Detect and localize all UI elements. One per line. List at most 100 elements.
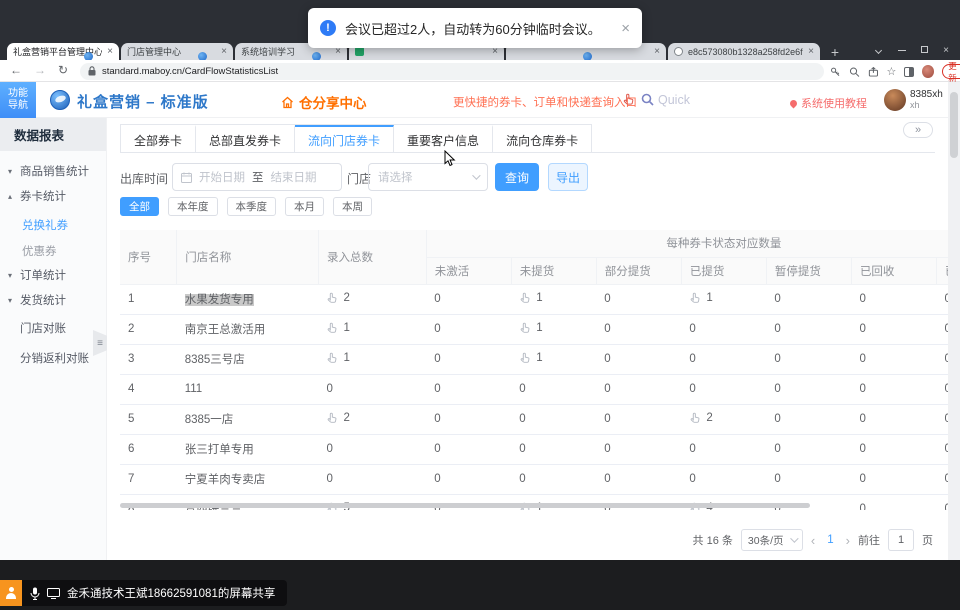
cell-value: 0	[426, 314, 511, 344]
screen-share-icon	[47, 588, 60, 599]
sidebar-item-4[interactable]: 优惠券	[0, 240, 107, 262]
sidebar-item-6[interactable]: ▾发货统计	[0, 289, 107, 311]
sidebar-item-8[interactable]: 分销返利对账	[0, 347, 107, 369]
pointing-hand-icon	[689, 412, 701, 424]
cell-value[interactable]: 1	[318, 344, 426, 374]
date-range-input[interactable]: 开始日期 至 结束日期	[172, 163, 342, 191]
clickable-count[interactable]: 2	[326, 292, 349, 304]
store-select[interactable]: 请选择	[368, 163, 488, 191]
browser-tab[interactable]: 礼盒营销平台管理中心×	[7, 43, 119, 60]
tab-close-icon[interactable]: ×	[107, 47, 113, 57]
page-size-select[interactable]: 30条/页	[741, 529, 803, 551]
cell-value[interactable]: 2	[318, 404, 426, 434]
share-center-link[interactable]: 仓分享中心	[281, 92, 367, 112]
current-page-button[interactable]: 1	[823, 534, 837, 546]
toast-close-icon[interactable]: ×	[621, 20, 630, 37]
clickable-count[interactable]: 1	[519, 352, 542, 364]
tutorial-link[interactable]: 系统使用教程	[790, 95, 867, 111]
sidebar-item-1[interactable]: ▾商品销售统计	[0, 160, 107, 182]
cell-value[interactable]: 1	[681, 284, 766, 314]
sidebar-item-7[interactable]: 门店对账	[0, 317, 107, 339]
quick-label[interactable]: Quick	[658, 93, 690, 107]
content-tab-1[interactable]: 全部券卡	[121, 125, 196, 153]
content-tab-5[interactable]: 流向仓库券卡	[493, 125, 591, 153]
clickable-count[interactable]: 1	[519, 322, 542, 334]
prev-page-button[interactable]: ‹	[811, 533, 815, 548]
update-label: 更新	[948, 60, 960, 84]
user-avatar[interactable]	[884, 89, 906, 111]
quick-filter-2[interactable]: 本年度	[168, 197, 218, 216]
browser-tab[interactable]: e8c573080b1328a258fd2e6f8×	[668, 43, 820, 60]
browser-profile-avatar[interactable]	[922, 65, 934, 78]
zoom-icon[interactable]	[849, 66, 860, 78]
tab-close-icon[interactable]: ×	[492, 47, 498, 57]
sidebar-item-5[interactable]: ▾订单统计	[0, 264, 107, 286]
brand-favicon-icon	[198, 52, 207, 60]
page-scrollbar-track[interactable]	[948, 82, 960, 560]
quick-filter-5[interactable]: 本周	[333, 197, 372, 216]
next-page-button[interactable]: ›	[846, 533, 850, 548]
cell-value[interactable]: 1	[511, 314, 596, 344]
minimize-button[interactable]	[893, 44, 911, 58]
tab-search-icon[interactable]	[869, 44, 887, 58]
password-key-icon[interactable]	[830, 66, 841, 78]
sidebar-item-3[interactable]: 兑换礼券	[0, 214, 107, 236]
bookmark-star-icon[interactable]: ☆	[886, 66, 896, 78]
address-bar[interactable]: standard.maboy.cn/CardFlowStatisticsList	[80, 63, 824, 80]
quick-filter-3[interactable]: 本季度	[227, 197, 277, 216]
tab-close-icon[interactable]: ×	[808, 47, 814, 57]
cell-value[interactable]: 1	[511, 284, 596, 314]
cell-value[interactable]: 2	[681, 404, 766, 434]
content-tab-2[interactable]: 总部直发券卡	[196, 125, 295, 153]
side-panel-icon[interactable]	[904, 67, 914, 77]
maximize-button[interactable]	[915, 44, 933, 58]
cell-value: 0	[426, 374, 511, 404]
sidebar-item-2[interactable]: ▴券卡统计	[0, 185, 107, 207]
search-button[interactable]: 查询	[495, 163, 539, 191]
cell-value[interactable]: 1	[318, 314, 426, 344]
close-window-button[interactable]: ×	[937, 44, 955, 58]
share-icon[interactable]	[868, 66, 879, 78]
expand-toolbar-button[interactable]: »	[903, 122, 933, 138]
chrome-update-button[interactable]: 更新 ⋮	[942, 64, 960, 79]
cell-value: 0	[851, 314, 936, 344]
browser-tab[interactable]: 门店管理中心×	[121, 43, 233, 60]
horizontal-scrollbar[interactable]	[120, 503, 810, 508]
goto-page-input[interactable]: 1	[888, 529, 914, 551]
cell-value: 0	[936, 464, 948, 494]
tab-close-icon[interactable]: ×	[335, 47, 341, 57]
clickable-count[interactable]: 1	[326, 322, 349, 334]
clickable-count[interactable]: 2	[326, 412, 349, 424]
clickable-count[interactable]: 1	[326, 352, 349, 364]
content-tab-3[interactable]: 流向门店券卡	[295, 125, 394, 153]
table-row: 38385三号店101000000	[120, 344, 948, 374]
back-icon[interactable]: ←	[10, 63, 22, 77]
tab-close-icon[interactable]: ×	[221, 47, 227, 57]
page-scrollbar-thumb[interactable]	[950, 92, 958, 158]
tab-close-icon[interactable]: ×	[654, 47, 660, 57]
quick-filter-1[interactable]: 全部	[120, 197, 159, 216]
function-nav-toggle[interactable]: 功能 导航	[0, 82, 36, 118]
export-button[interactable]: 导出	[548, 163, 588, 191]
brand-logo-icon	[50, 90, 70, 110]
col-subheader-7: 已作废	[936, 257, 948, 284]
start-date-placeholder: 开始日期	[199, 169, 245, 185]
clickable-count[interactable]: 1	[689, 292, 712, 304]
clickable-count[interactable]: 2	[689, 412, 712, 424]
cell-store-name: 张三打单专用	[177, 434, 319, 464]
cell-value[interactable]: 1	[511, 344, 596, 374]
content-tab-4[interactable]: 重要客户信息	[394, 125, 493, 153]
time-filter-label: 出库时间	[120, 170, 168, 187]
new-tab-button[interactable]: +	[828, 44, 842, 60]
cell-value: 0	[596, 344, 681, 374]
sidebar-item-label: 门店对账	[20, 320, 66, 336]
forward-icon[interactable]: →	[34, 63, 46, 77]
col-subheader-3: 部分提货	[596, 257, 681, 284]
cell-store-name: 8385三号店	[177, 344, 319, 374]
cell-value[interactable]: 2	[318, 284, 426, 314]
reload-icon[interactable]: ↻	[58, 63, 68, 77]
clickable-count[interactable]: 1	[519, 292, 542, 304]
quick-filter-4[interactable]: 本月	[285, 197, 324, 216]
cell-value: 0	[596, 404, 681, 434]
quick-search-icon[interactable]	[641, 93, 654, 111]
